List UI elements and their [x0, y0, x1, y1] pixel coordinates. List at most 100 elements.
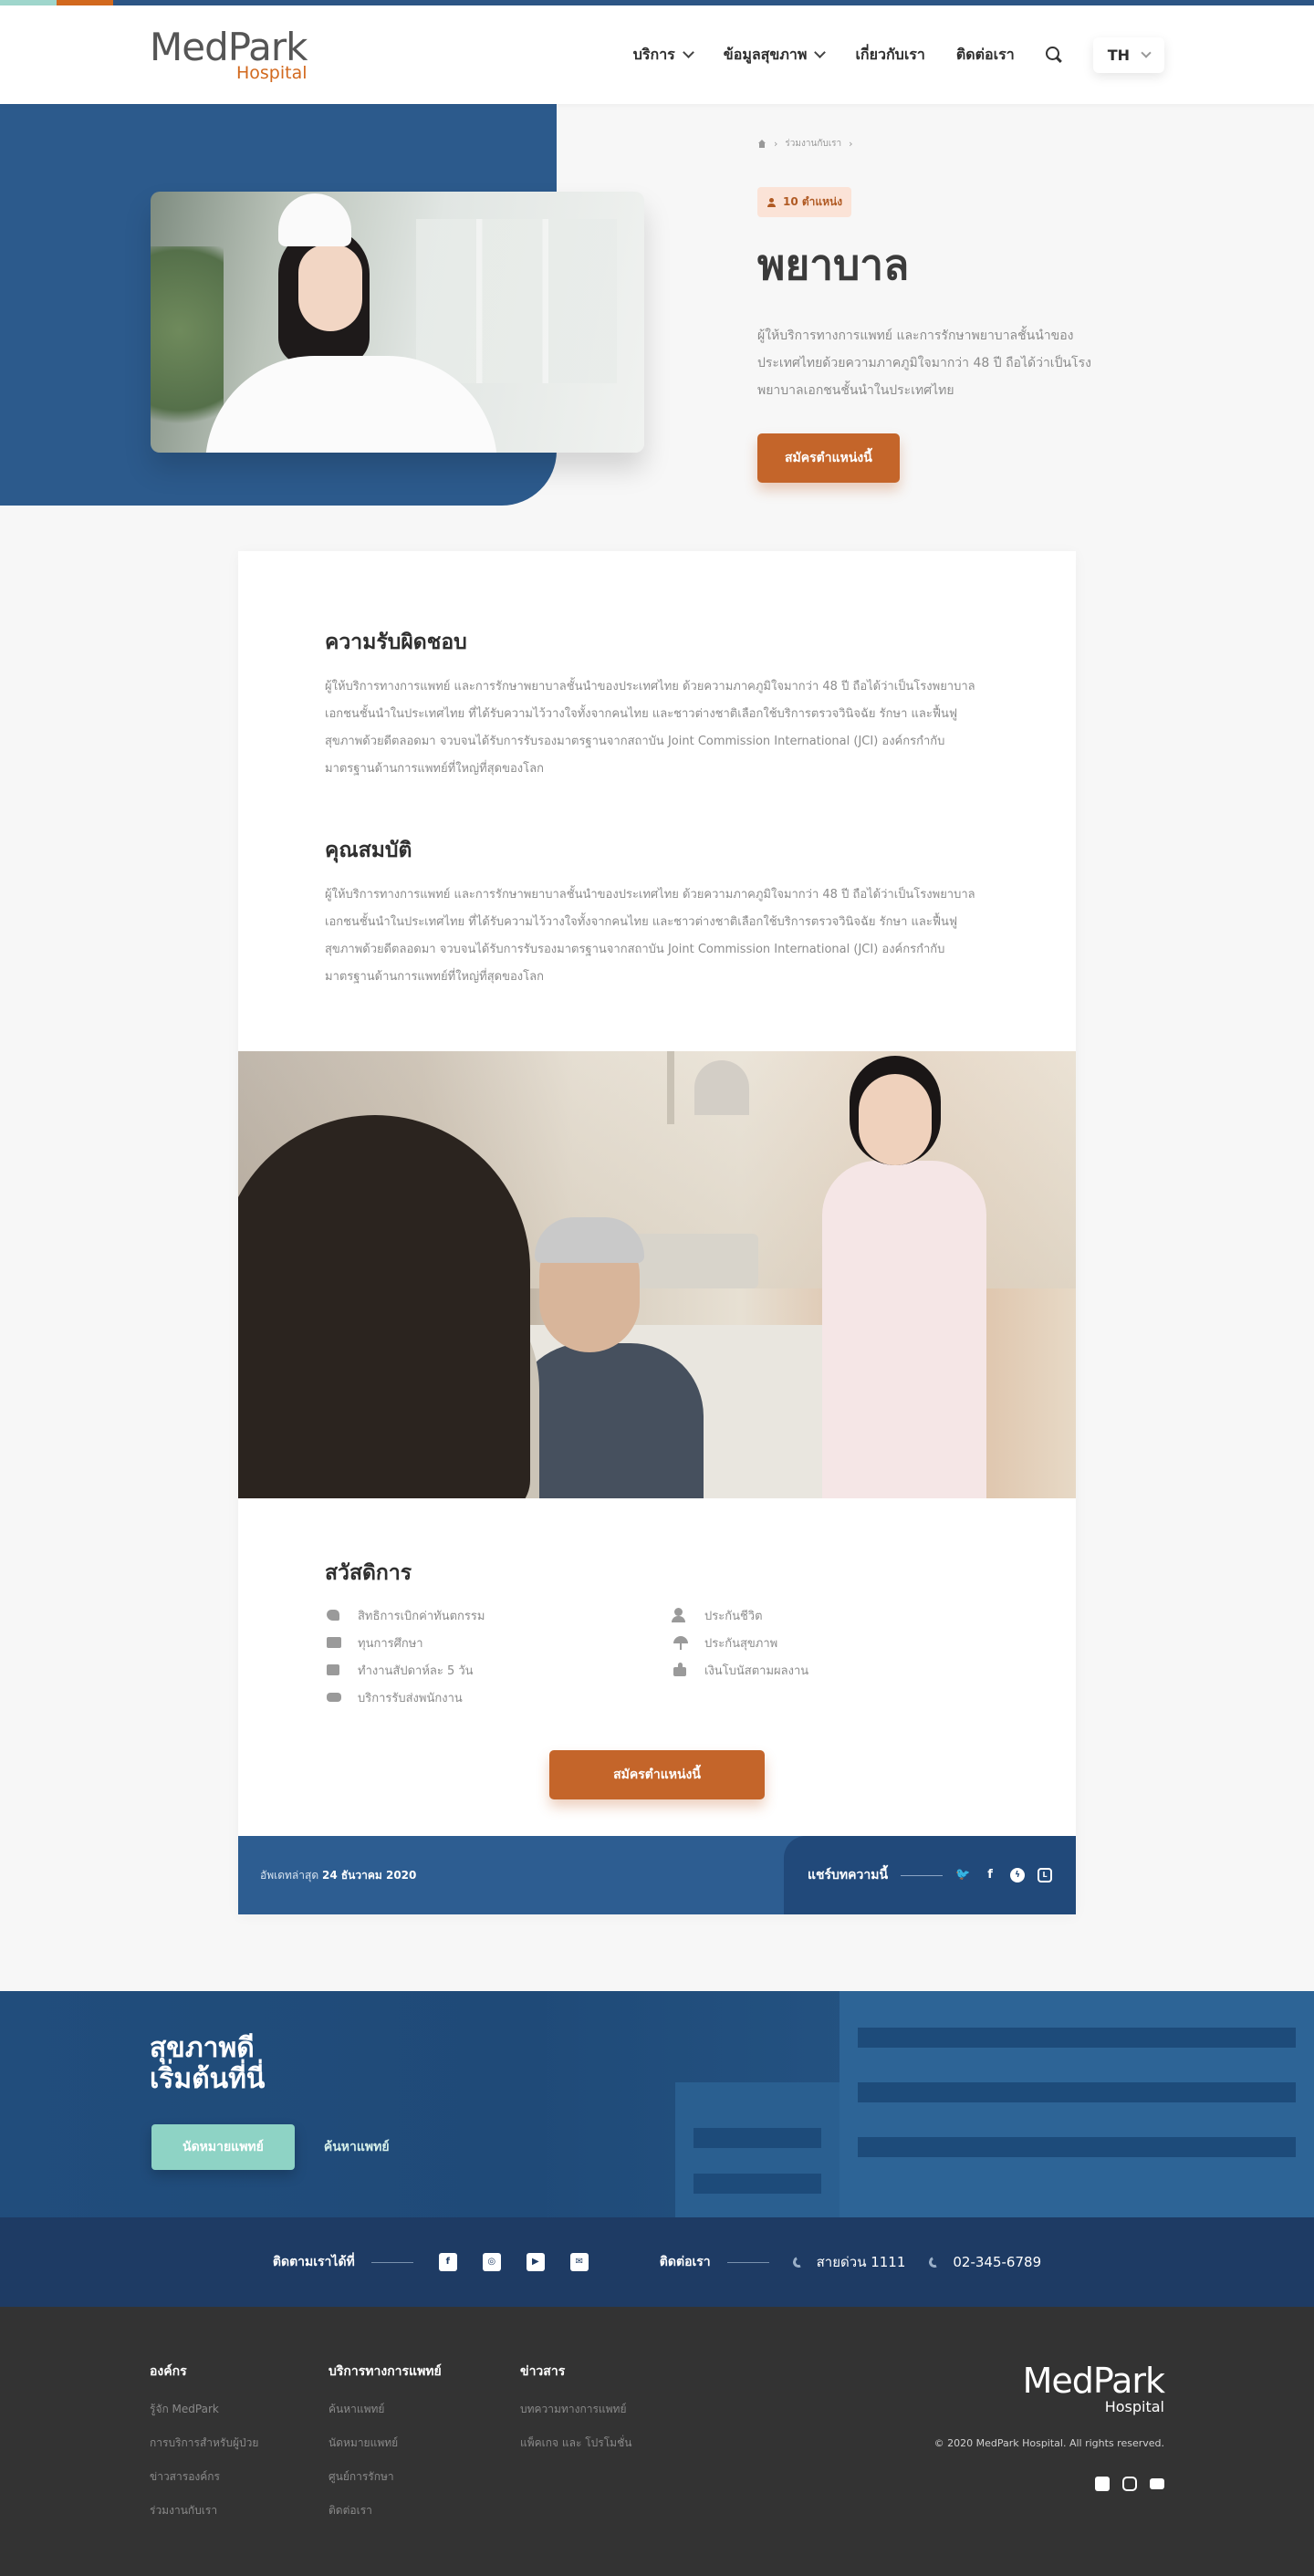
facebook-icon[interactable] [1095, 2477, 1110, 2491]
footer-link[interactable]: การบริการสำหรับผู้ป่วย [150, 2426, 328, 2460]
cta-banner: สุขภาพดี เริ่มต้นที่นี่ นัดหมายแพทย์ ค้น… [0, 1991, 1314, 2217]
calendar-icon [325, 1663, 343, 1677]
logo-main: MedPark [150, 24, 308, 69]
footer-col-title: บริการทางการแพทย์ [328, 2364, 442, 2379]
messenger-icon[interactable]: ϟ [1010, 1868, 1026, 1882]
phone-number[interactable]: 02-345-6789 [927, 2254, 1042, 2270]
share-label: แชร์บทความนี้ [808, 1868, 889, 1882]
responsibility-title: ความรับผิดชอบ [325, 631, 467, 654]
footer-link[interactable]: แพ็คเกจ และ โปรโมชั่น [520, 2426, 699, 2460]
mail-icon[interactable]: ✉ [569, 2253, 589, 2271]
job-detail-card: ความรับผิดชอบ ผู้ให้บริการทางการแพทย์ แล… [238, 551, 1076, 1914]
benefit-label: ประกันสุขภาพ [704, 1636, 778, 1651]
footer-brand: MedPark Hospital © 2020 MedPark Hospital… [934, 2363, 1165, 2491]
footer-logo[interactable]: MedPark Hospital [934, 2363, 1165, 2415]
book-icon [325, 1635, 343, 1650]
share-bar: อัพเดทล่าสุด 24 ธันวาคม 2020 แชร์บทความน… [238, 1836, 1076, 1914]
benefit-item: ทำงานสัปดาห์ละ 5 วัน [325, 1661, 672, 1679]
positions-badge: 10 ตำแหน่ง [757, 187, 852, 217]
footer-col-news: ข่าวสาร บทความทางการแพทย์ แพ็คเกจ และ โป… [520, 2362, 699, 2576]
banner-title-line2: เริ่มต้นที่นี่ [150, 2063, 266, 2095]
breadcrumb: › ร่วมงานกับเรา › [757, 137, 1122, 151]
updated-label: อัพเดทล่าสุด [260, 1868, 319, 1882]
thumbs-up-icon [672, 1663, 690, 1677]
footer-social [934, 2477, 1164, 2491]
benefit-item: ทุนการศึกษา [325, 1633, 672, 1652]
nav-services-label: บริการ [632, 45, 675, 63]
footer-link[interactable]: ค้นหาแพทย์ [328, 2393, 520, 2426]
chevron-right-icon: › [774, 138, 778, 150]
contact-strip: ติดตามเราได้ที่ f ◎ ▶ ✉ ติดต่อเรา สายด่ว… [0, 2217, 1314, 2307]
follow-label: ติดตามเราได้ที่ [272, 2255, 355, 2269]
apply-button-bottom[interactable]: สมัครตำแหน่งนี้ [549, 1750, 765, 1799]
nav-contact[interactable]: ติดต่อเรา [956, 44, 1015, 67]
qualification-section: คุณสมบัติ ผู้ให้บริการทางการแพทย์ และการ… [238, 783, 1076, 1051]
building-illustration [620, 1991, 1314, 2217]
updated-date: อัพเดทล่าสุด 24 ธันวาคม 2020 [238, 1867, 416, 1884]
hero: › ร่วมงานกับเรา › 10 ตำแหน่ง พยาบาล ผู้ใ… [0, 104, 1314, 511]
footer-link[interactable]: ร่วมงานกับเรา [150, 2494, 328, 2528]
benefit-label: บริการรับส่งพนักงาน [358, 1691, 463, 1705]
search-icon[interactable] [1045, 47, 1062, 63]
nurse-photo [151, 192, 644, 453]
positions-badge-label: 10 ตำแหน่ง [783, 195, 843, 208]
mail-icon[interactable] [1150, 2478, 1164, 2489]
page-title: พยาบาล [757, 240, 910, 289]
responsibility-section: ความรับผิดชอบ ผู้ให้บริการทางการแพทย์ แล… [238, 551, 1076, 783]
footer-link[interactable]: ศูนย์การรักษา [328, 2460, 520, 2494]
benefit-label: ประกันชีวิต [704, 1609, 763, 1623]
benefit-item: ประกันชีวิต [672, 1606, 1018, 1624]
instagram-icon[interactable]: ◎ [482, 2253, 501, 2271]
benefit-label: ทุนการศึกษา [358, 1636, 423, 1651]
nav-contact-label: ติดต่อเรา [955, 45, 1015, 63]
footer-col-medical-services: บริการทางการแพทย์ ค้นหาแพทย์ นัดหมายแพทย… [328, 2362, 520, 2576]
nav-health-info[interactable]: ข้อมูลสุขภาพ [723, 44, 827, 67]
divider [726, 2261, 769, 2263]
cta-wrap: สมัครตำแหน่งนี้ [238, 1706, 1076, 1836]
footer-col-organization: องค์กร รู้จัก MedPark การบริการสำหรับผู้… [150, 2362, 328, 2576]
site-footer: องค์กร รู้จัก MedPark การบริการสำหรับผู้… [0, 2307, 1314, 2576]
footer-link[interactable]: บทความทางการแพทย์ [520, 2393, 699, 2426]
benefits-list: สิทธิการเบิกค่าทันตกรรม ประกันชีวิต ทุนก… [325, 1606, 989, 1706]
divider [370, 2261, 413, 2263]
footer-link[interactable]: รู้จัก MedPark [150, 2393, 328, 2426]
logo[interactable]: MedPark Hospital [150, 24, 308, 82]
apply-button[interactable]: สมัครตำแหน่งนี้ [757, 433, 900, 483]
qualification-text: ผู้ให้บริการทางการแพทย์ และการรักษาพยาบา… [325, 888, 975, 984]
banner-title-line1: สุขภาพดี [150, 2032, 255, 2064]
facebook-icon[interactable]: f [438, 2253, 457, 2271]
benefit-item: ประกันสุขภาพ [672, 1633, 1018, 1652]
benefit-label: เงินโบนัสตามผลงาน [704, 1663, 809, 1678]
nav-about-label: เกี่ยวกับเรา [855, 45, 925, 63]
footer-link[interactable]: นัดหมายแพทย์ [328, 2426, 520, 2460]
benefits-title: สวัสดิการ [325, 1561, 412, 1585]
facebook-icon[interactable]: f [983, 1868, 997, 1882]
youtube-icon[interactable]: ▶ [526, 2253, 545, 2271]
instagram-icon[interactable] [1122, 2477, 1137, 2491]
twitter-icon[interactable]: 🐦 [955, 1868, 970, 1882]
language-selector[interactable]: TH [1092, 37, 1164, 73]
job-description: ผู้ให้บริการทางการแพทย์ และการรักษาพยาบา… [757, 329, 1091, 398]
nav-about[interactable]: เกี่ยวกับเรา [855, 44, 924, 67]
nav-health-info-label: ข้อมูลสุขภาพ [723, 45, 808, 63]
language-label: TH [1107, 46, 1130, 64]
phone-icon [790, 2255, 806, 2269]
phone-number-value: 02-345-6789 [953, 2254, 1042, 2270]
line-icon[interactable]: L [1038, 1868, 1053, 1882]
breadcrumb-careers[interactable]: ร่วมงานกับเรา [785, 137, 841, 151]
life-insurance-icon [672, 1608, 690, 1622]
banner-actions: นัดหมายแพทย์ ค้นหาแพทย์ [151, 2124, 390, 2170]
footer-link[interactable]: ติดต่อเรา [328, 2494, 520, 2528]
book-appointment-button[interactable]: นัดหมายแพทย์ [151, 2124, 295, 2170]
tooth-icon [325, 1608, 343, 1622]
nav-services[interactable]: บริการ [632, 44, 694, 67]
hotline[interactable]: สายด่วน 1111 [790, 2251, 905, 2273]
home-icon[interactable] [757, 140, 766, 148]
find-doctor-link[interactable]: ค้นหาแพทย์ [324, 2137, 390, 2157]
benefit-label: สิทธิการเบิกค่าทันตกรรม [358, 1609, 485, 1623]
chevron-right-icon: › [849, 138, 853, 150]
benefit-item: สิทธิการเบิกค่าทันตกรรม [325, 1606, 672, 1624]
benefit-item: บริการรับส่งพนักงาน [325, 1688, 672, 1706]
footer-col-title: องค์กร [150, 2364, 187, 2379]
footer-link[interactable]: ข่าวสารองค์กร [150, 2460, 328, 2494]
